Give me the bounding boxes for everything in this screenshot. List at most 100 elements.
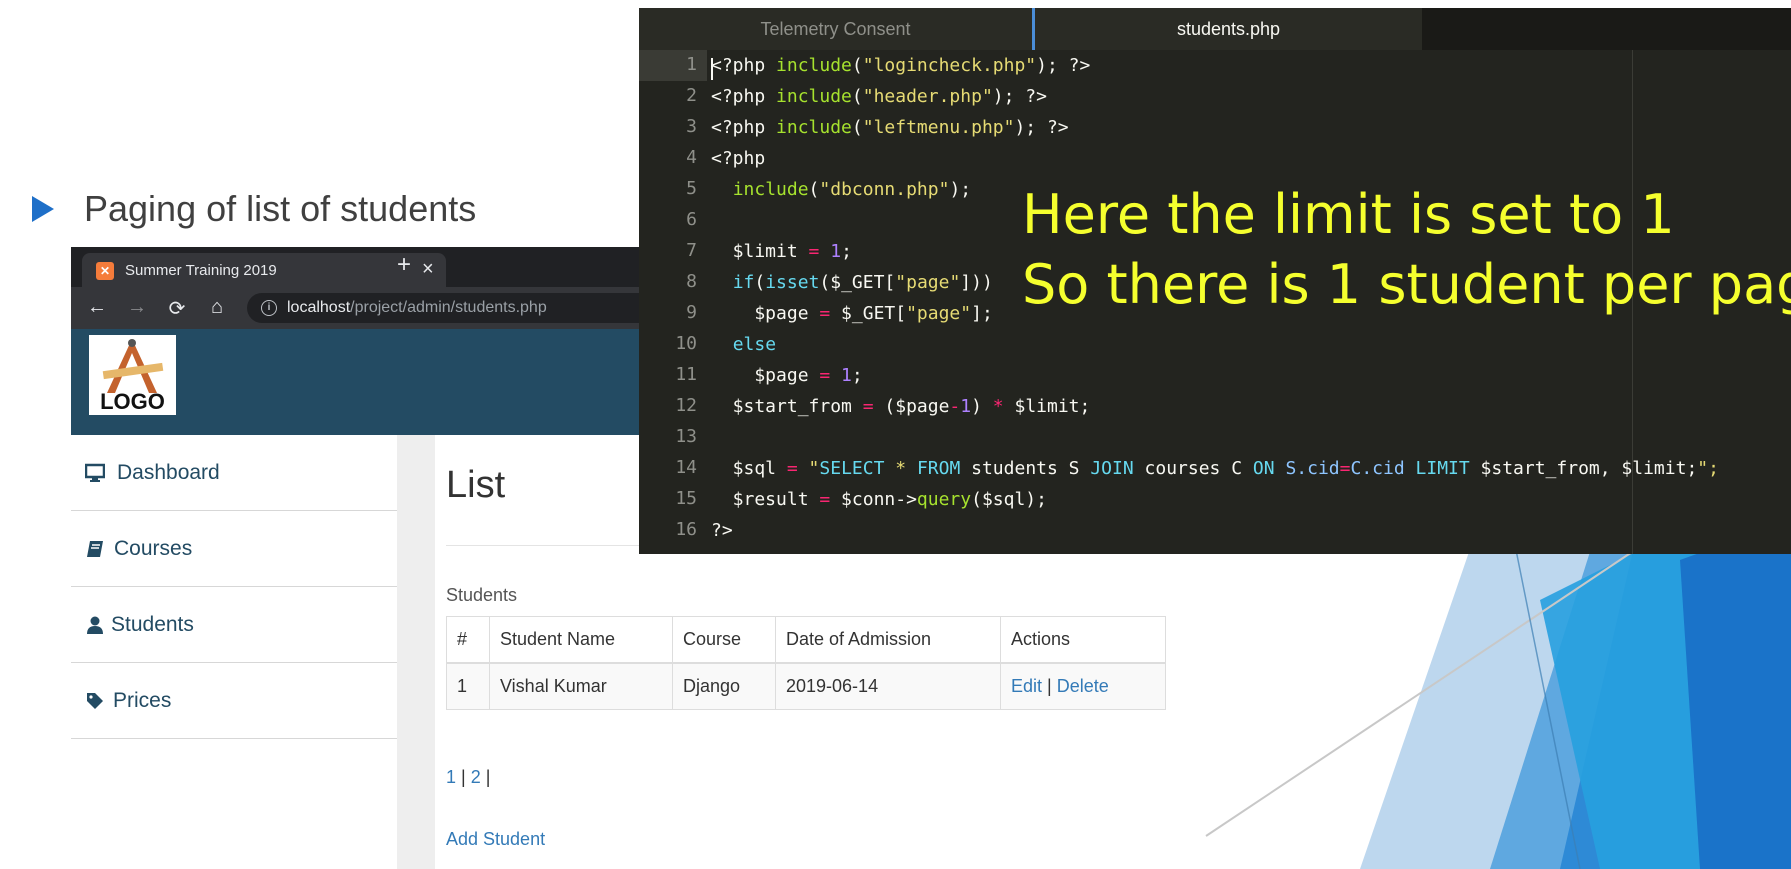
- text-cursor: [711, 58, 713, 80]
- code-token: "page": [895, 272, 961, 293]
- home-icon[interactable]: ⌂: [205, 296, 229, 319]
- page-link-1[interactable]: 1: [446, 767, 456, 787]
- code-token: $result: [711, 489, 820, 510]
- back-arrow-icon[interactable]: ←: [85, 296, 109, 319]
- code-token: *: [884, 458, 917, 479]
- column-header: Actions: [1000, 616, 1166, 664]
- cell-actions: Edit | Delete: [1000, 662, 1166, 710]
- new-tab-button[interactable]: +: [397, 251, 411, 279]
- code-line: <?php: [711, 143, 765, 174]
- code-token: =: [862, 396, 874, 417]
- code-token: if: [732, 272, 755, 293]
- code-token: <?php: [711, 148, 766, 169]
- code-token: "page": [906, 303, 972, 324]
- code-token: ); ?>: [1036, 55, 1091, 76]
- code-token: $start_from: [711, 396, 863, 417]
- sidebar-label: Courses: [114, 537, 193, 560]
- annotation-line-2: So there is 1 student per page.: [1022, 253, 1791, 316]
- line-number: 1: [686, 54, 697, 75]
- line-number: 9: [686, 302, 697, 323]
- browser-tab[interactable]: ✕ Summer Training 2019 ×: [82, 253, 446, 287]
- edit-link[interactable]: Edit: [1011, 676, 1042, 696]
- sidebar-item-prices[interactable]: Prices: [71, 663, 397, 739]
- add-student-link[interactable]: Add Student: [446, 829, 545, 850]
- column-header: #: [446, 616, 490, 664]
- editor-tab-students-php[interactable]: students.php: [1032, 8, 1422, 50]
- code-line: $start_from = ($page-1) * $limit;: [711, 391, 1091, 422]
- sidebar-item-dashboard[interactable]: Dashboard: [71, 435, 397, 511]
- code-token: SELECT: [819, 458, 885, 479]
- code-token: "logincheck.php": [862, 55, 1037, 76]
- reload-icon[interactable]: ⟳: [165, 296, 189, 321]
- code-token: students S: [960, 458, 1091, 479]
- line-number: 12: [675, 395, 697, 416]
- url-path: /project/admin/students.php: [350, 299, 547, 316]
- line-number: 11: [675, 364, 697, 385]
- code-token: =: [819, 489, 831, 510]
- code-token: JOIN: [1090, 458, 1134, 479]
- code-token: include: [776, 55, 852, 76]
- line-number: 14: [675, 457, 697, 478]
- code-token: =: [819, 365, 831, 386]
- sidebar-label: Prices: [113, 689, 172, 712]
- code-token: *: [992, 396, 1004, 417]
- code-line: else: [711, 329, 776, 360]
- browser-tab-bar: ✕ Summer Training 2019 × +: [71, 247, 641, 287]
- code-token: =: [808, 241, 820, 262]
- sidebar: Dashboard Courses Students Prices: [71, 435, 397, 869]
- table-header-row: # Student Name Course Date of Admission …: [446, 616, 1166, 664]
- code-token: (: [754, 272, 766, 293]
- students-caption: Students: [446, 585, 518, 605]
- user-icon: [87, 616, 103, 634]
- code-line: <?php include("header.php"); ?>: [711, 81, 1047, 112]
- logo-text: LOGO: [100, 389, 165, 414]
- code-token: ;: [851, 365, 863, 386]
- editor-tab-telemetry-consent[interactable]: Telemetry Consent: [639, 8, 1032, 50]
- code-line: <?php include("leftmenu.php"); ?>: [711, 112, 1069, 143]
- code-token: ); ?>: [1014, 117, 1069, 138]
- code-token: $sql: [711, 458, 787, 479]
- line-number: 2: [686, 85, 697, 106]
- code-token: ];: [971, 303, 993, 324]
- forward-arrow-icon[interactable]: →: [125, 296, 149, 319]
- annotation-text: Here the limit is set to 1 So there is 1…: [1022, 180, 1791, 320]
- code-token: );: [949, 179, 972, 200]
- slide-bullet-text: Paging of list of students: [84, 188, 477, 229]
- action-separator: |: [1047, 676, 1052, 696]
- line-number: 5: [686, 178, 697, 199]
- code-token: (: [851, 55, 863, 76]
- code-token: query: [916, 489, 972, 510]
- line-number: 3: [686, 116, 697, 137]
- browser-toolbar: ← → ⟳ ⌂ i localhost/project/admin/studen…: [71, 287, 641, 329]
- code-token: ); ?>: [992, 86, 1047, 107]
- info-icon[interactable]: i: [261, 300, 277, 316]
- sidebar-label: Students: [111, 613, 194, 636]
- url-text: localhost/project/admin/students.php: [287, 299, 547, 317]
- code-token: ;: [841, 241, 852, 262]
- column-header: Date of Admission: [775, 616, 1001, 664]
- code-token: isset: [765, 272, 820, 293]
- sidebar-item-students[interactable]: Students: [71, 587, 397, 663]
- site-logo[interactable]: LOGO: [89, 335, 176, 415]
- code-token: =: [1339, 458, 1351, 479]
- code-token: "leftmenu.php": [862, 117, 1015, 138]
- sidebar-item-courses[interactable]: Courses: [71, 511, 397, 587]
- delete-link[interactable]: Delete: [1057, 676, 1109, 696]
- code-token: else: [732, 334, 777, 355]
- code-line: $result = $conn->query($sql);: [711, 484, 1047, 515]
- code-line: include("dbconn.php");: [711, 174, 971, 205]
- cell-number: 1: [446, 662, 490, 710]
- close-tab-icon[interactable]: ×: [422, 258, 434, 281]
- code-line: $page = 1;: [711, 360, 863, 391]
- heading-divider: [446, 545, 641, 546]
- code-token: $start_from, $limit;: [1469, 458, 1698, 479]
- tab-title: Summer Training 2019: [125, 262, 277, 279]
- url-host: localhost: [287, 299, 351, 316]
- code-token: (: [851, 117, 863, 138]
- page-link-2[interactable]: 2: [471, 767, 481, 787]
- code-token: =: [819, 303, 831, 324]
- code-token: <?php: [711, 55, 777, 76]
- address-bar[interactable]: i localhost/project/admin/students.php: [247, 293, 641, 323]
